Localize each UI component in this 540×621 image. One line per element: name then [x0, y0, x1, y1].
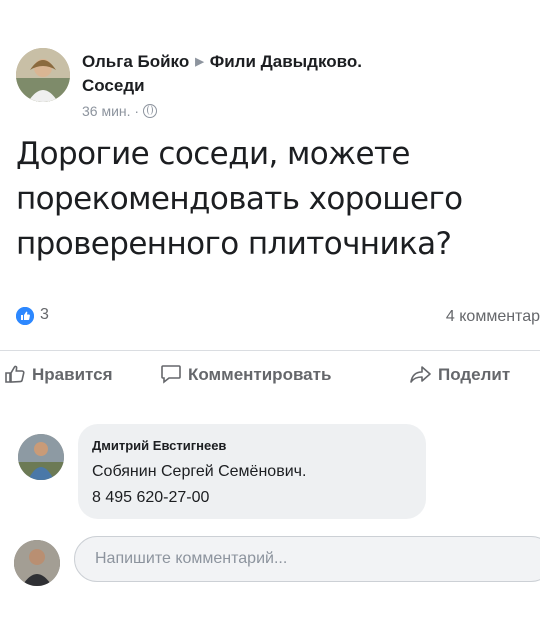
post-header: Ольга Бойко ▶ Фили Давыдково. Соседи 36 ми…: [12, 40, 532, 130]
comment-text-line2: 8 495 620-27-00: [92, 489, 210, 506]
thumbs-up-icon: [5, 365, 25, 383]
comment-text-line1: Собянин Сергей Семёнович.: [92, 463, 307, 480]
post-text: Дорогие соседи, можете порекомендовать х…: [16, 136, 463, 262]
like-reaction-icon[interactable]: [16, 307, 34, 325]
post-header-text: Ольга Бойко ▶ Фили Давыдково. Соседи 36 ми…: [82, 50, 512, 120]
reply-row: [0, 526, 540, 596]
group-name-line2[interactable]: Соседи: [82, 74, 512, 98]
share-label: Поделит: [438, 365, 511, 384]
comments-count[interactable]: 4 комментар: [446, 308, 540, 326]
current-user-avatar[interactable]: [14, 540, 60, 586]
commenter-name[interactable]: Дмитрий Евстигнеев: [92, 438, 226, 453]
like-label: Нравится: [32, 365, 113, 384]
comment-button[interactable]: Комментировать: [160, 364, 331, 385]
post-stats: 3 4 комментар: [16, 303, 540, 333]
comment-label: Комментировать: [188, 365, 332, 384]
comment-bubble: Дмитрий Евстигнеев Собянин Сергей Семёно…: [78, 424, 426, 519]
divider: [0, 350, 540, 351]
author-avatar[interactable]: [16, 48, 70, 102]
share-button[interactable]: Поделит: [410, 364, 510, 385]
like-button[interactable]: Нравится: [4, 364, 113, 385]
group-name[interactable]: Фили Давыдково.: [210, 52, 362, 71]
likes-count[interactable]: 3: [40, 306, 49, 324]
author-name[interactable]: Ольга Бойко: [82, 52, 189, 71]
comment-input[interactable]: [74, 536, 540, 582]
arrow-right-icon: ▶: [195, 56, 204, 68]
post-time[interactable]: 36 мин. ·: [82, 103, 139, 119]
speech-bubble-icon: [161, 365, 181, 384]
post-actions: Нравится Комментировать Поделит: [0, 358, 540, 398]
globe-icon: [142, 104, 157, 118]
share-arrow-icon: [410, 366, 431, 383]
comment-item: Дмитрий Евстигнеев Собянин Сергей Семёно…: [18, 424, 540, 524]
commenter-avatar[interactable]: [18, 434, 64, 480]
